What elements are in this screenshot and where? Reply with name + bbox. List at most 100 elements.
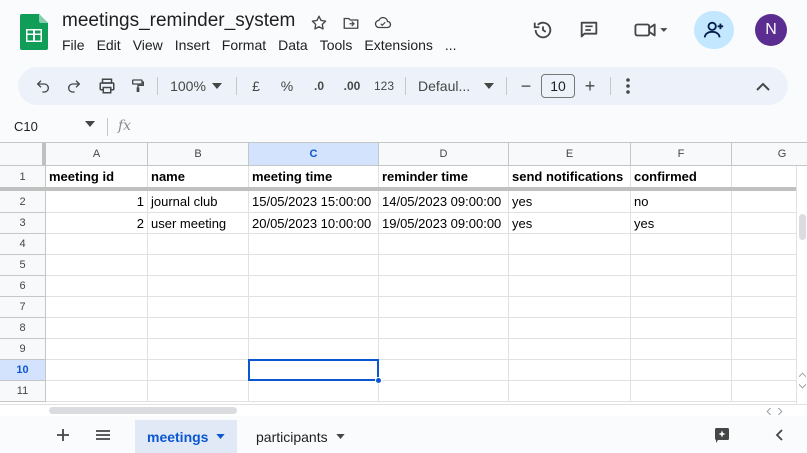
cell-a1[interactable]: meeting id	[46, 166, 148, 188]
menu-file[interactable]: File	[62, 37, 91, 53]
cell-a8[interactable]	[46, 318, 148, 339]
sheets-logo-icon[interactable]	[20, 14, 48, 50]
cell-a2[interactable]: 1	[46, 191, 148, 213]
vertical-scroll-thumb[interactable]	[799, 214, 806, 240]
decrease-decimal-button[interactable]: .0	[307, 67, 331, 105]
add-sheet-icon[interactable]	[52, 425, 74, 445]
name-box[interactable]: C10	[14, 119, 38, 134]
number-format-button[interactable]: 123	[372, 67, 396, 105]
column-header-d[interactable]: D	[379, 143, 509, 166]
zoom-select[interactable]: 100%	[164, 67, 228, 105]
cell-c4[interactable]	[249, 234, 379, 255]
cell-b11[interactable]	[148, 381, 249, 402]
cell-c7[interactable]	[249, 297, 379, 318]
cell-c9[interactable]	[249, 339, 379, 360]
cell-b3[interactable]: user meeting	[148, 213, 249, 234]
cell-a6[interactable]	[46, 276, 148, 297]
paint-format-icon[interactable]	[127, 67, 149, 105]
cell-c8[interactable]	[249, 318, 379, 339]
cell-f8[interactable]	[631, 318, 732, 339]
cell-f10[interactable]	[631, 360, 732, 381]
cell-e5[interactable]	[509, 255, 631, 276]
undo-icon[interactable]	[32, 67, 54, 105]
scroll-right-icon[interactable]	[778, 408, 783, 415]
cell-c10[interactable]	[249, 360, 379, 381]
cell-b4[interactable]	[148, 234, 249, 255]
currency-button[interactable]: £	[246, 67, 266, 105]
menu-format[interactable]: Format	[222, 37, 272, 53]
star-icon[interactable]	[308, 12, 330, 34]
row-header-9[interactable]: 9	[0, 339, 46, 360]
cell-a9[interactable]	[46, 339, 148, 360]
cell-b7[interactable]	[148, 297, 249, 318]
cell-a5[interactable]	[46, 255, 148, 276]
cell-f2[interactable]: no	[631, 191, 732, 213]
cell-e11[interactable]	[509, 381, 631, 402]
cell-e9[interactable]	[509, 339, 631, 360]
row-header-11[interactable]: 11	[0, 381, 46, 402]
menu-edit[interactable]: Edit	[97, 37, 127, 53]
cell-e8[interactable]	[509, 318, 631, 339]
row-header-4[interactable]: 4	[0, 234, 46, 255]
row-header-10[interactable]: 10	[0, 360, 46, 381]
cell-a4[interactable]	[46, 234, 148, 255]
document-title[interactable]: meetings_reminder_system	[62, 10, 295, 32]
cell-e10[interactable]	[509, 360, 631, 381]
all-sheets-icon[interactable]	[92, 425, 114, 445]
cloud-saved-icon[interactable]	[372, 12, 394, 34]
cell-b6[interactable]	[148, 276, 249, 297]
cell-c6[interactable]	[249, 276, 379, 297]
row-header-2[interactable]: 2	[0, 191, 46, 213]
cell-f1[interactable]: confirmed	[631, 166, 732, 188]
meet-video-icon[interactable]	[628, 12, 674, 48]
cell-f11[interactable]	[631, 381, 732, 402]
cell-f4[interactable]	[631, 234, 732, 255]
cell-c11[interactable]	[249, 381, 379, 402]
menu-view[interactable]: View	[133, 37, 169, 53]
cell-b8[interactable]	[148, 318, 249, 339]
column-header-c[interactable]: C	[249, 143, 379, 166]
scroll-up-icon[interactable]	[799, 372, 806, 377]
cell-e7[interactable]	[509, 297, 631, 318]
side-panel-toggle-icon[interactable]	[768, 425, 790, 445]
cell-e1[interactable]: send notifications	[509, 166, 631, 188]
row-header-5[interactable]: 5	[0, 255, 46, 276]
row-header-3[interactable]: 3	[0, 213, 46, 234]
cell-b2[interactable]: journal club	[148, 191, 249, 213]
cell-f5[interactable]	[631, 255, 732, 276]
horizontal-scrollbar[interactable]	[0, 404, 807, 416]
cell-a11[interactable]	[46, 381, 148, 402]
select-all-corner[interactable]	[0, 143, 46, 166]
cell-d11[interactable]	[379, 381, 509, 402]
cell-c1[interactable]: meeting time	[249, 166, 379, 188]
menu-data[interactable]: Data	[278, 37, 314, 53]
cell-d9[interactable]	[379, 339, 509, 360]
cell-d2[interactable]: 14/05/2023 09:00:00	[379, 191, 509, 213]
cell-d3[interactable]: 19/05/2023 09:00:00	[379, 213, 509, 234]
cell-b10[interactable]	[148, 360, 249, 381]
sheet-tab-meetings[interactable]: meetings	[135, 420, 238, 453]
cell-b1[interactable]: name	[148, 166, 249, 188]
menu-tools[interactable]: Tools	[320, 37, 359, 53]
vertical-scrollbar[interactable]	[796, 166, 807, 404]
share-button[interactable]	[694, 11, 734, 49]
comments-icon[interactable]	[572, 12, 606, 48]
column-header-e[interactable]: E	[509, 143, 631, 166]
cell-d6[interactable]	[379, 276, 509, 297]
move-folder-icon[interactable]	[340, 12, 362, 34]
percent-button[interactable]: %	[277, 67, 297, 105]
account-button[interactable]: N	[754, 12, 788, 48]
menu-more[interactable]: ...	[445, 37, 463, 53]
cell-b5[interactable]	[148, 255, 249, 276]
cell-d8[interactable]	[379, 318, 509, 339]
explore-icon[interactable]	[711, 425, 733, 445]
cell-d1[interactable]: reminder time	[379, 166, 509, 188]
column-header-b[interactable]: B	[148, 143, 249, 166]
cell-c5[interactable]	[249, 255, 379, 276]
menu-extensions[interactable]: Extensions	[364, 37, 438, 53]
menu-insert[interactable]: Insert	[175, 37, 216, 53]
freeze-divider-row-header[interactable]	[0, 187, 46, 191]
cell-e3[interactable]: yes	[509, 213, 631, 234]
cell-c2[interactable]: 15/05/2023 15:00:00	[249, 191, 379, 213]
scroll-left-icon[interactable]	[766, 408, 771, 415]
